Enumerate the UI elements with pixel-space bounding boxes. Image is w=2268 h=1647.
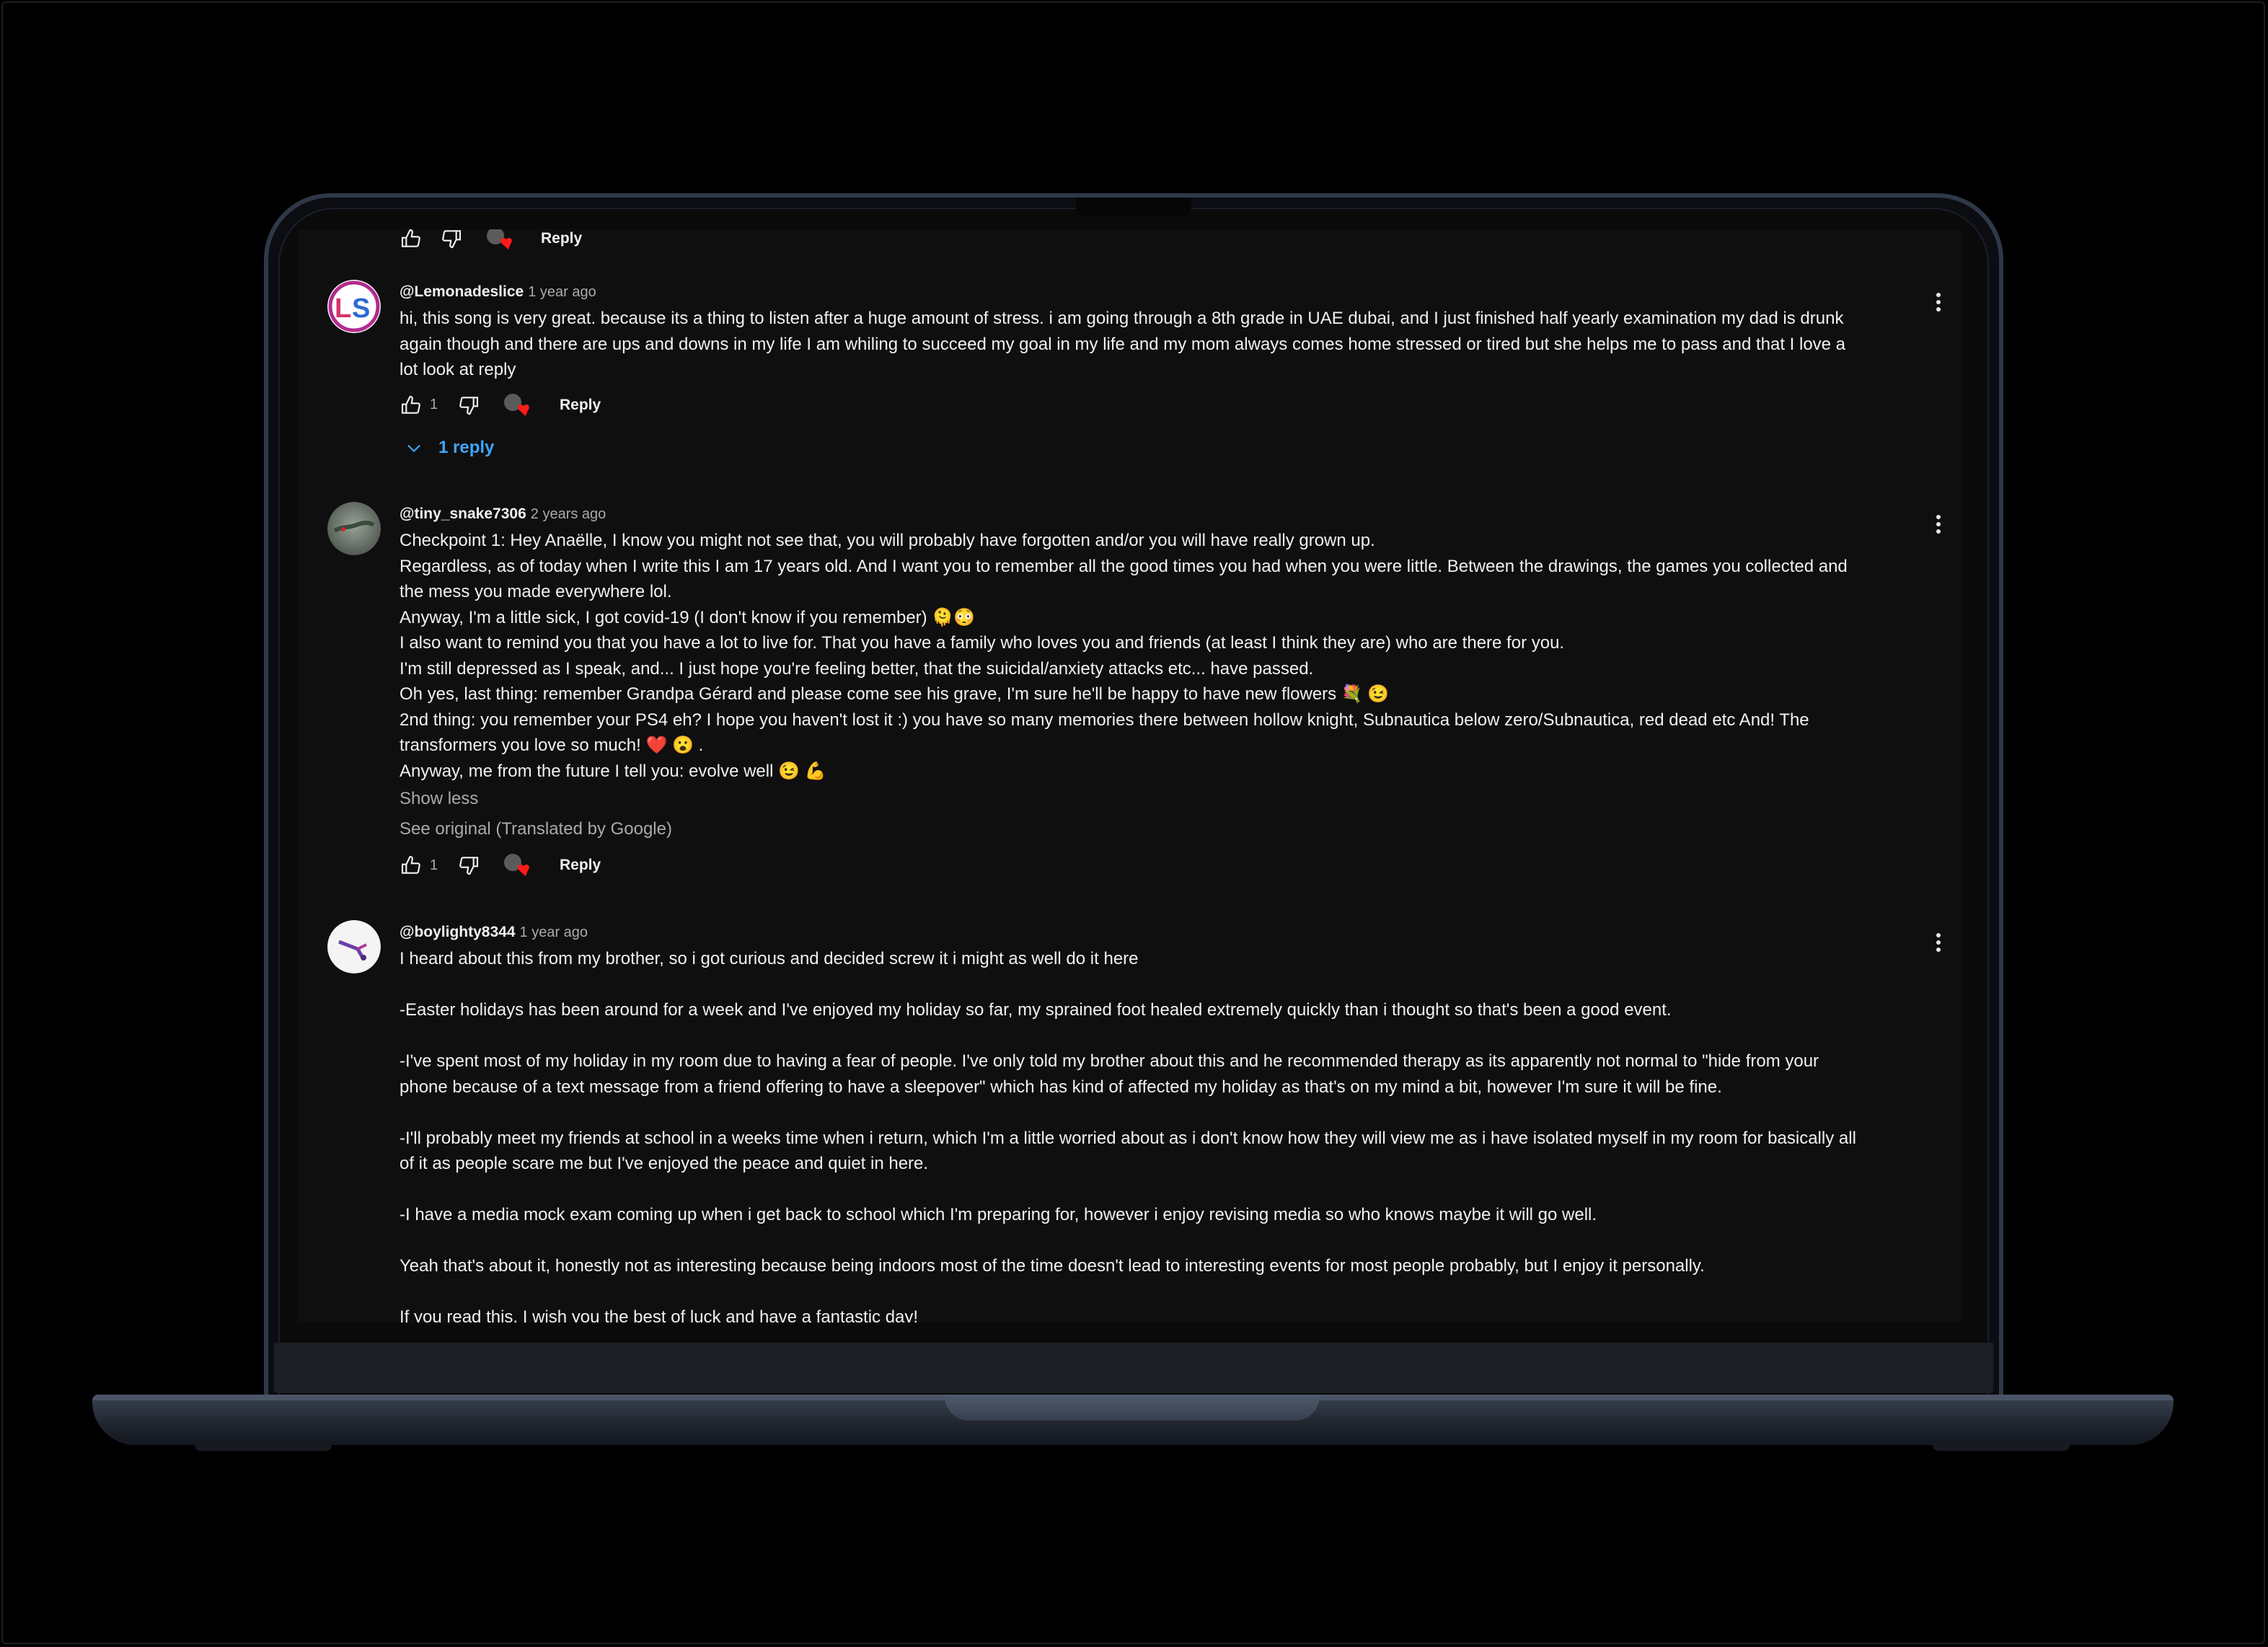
comment-author[interactable]: @Lemonadeslice <box>400 283 524 300</box>
comment-time[interactable]: 1 year ago <box>528 284 596 300</box>
thumbs-down-icon <box>442 230 462 249</box>
thumbs-down-icon <box>459 396 479 415</box>
more-vert-icon <box>1936 933 1941 937</box>
laptop-screen-chin <box>274 1343 1993 1393</box>
avatar[interactable]: LS <box>327 280 381 333</box>
dislike-button[interactable] <box>440 229 463 251</box>
thumbs-down-icon <box>459 857 479 875</box>
show-less-button[interactable]: Show less <box>400 784 1911 814</box>
creator-heart-icon <box>504 854 529 876</box>
thumbs-up-icon <box>401 855 420 874</box>
laptop-foot <box>1933 1442 2070 1451</box>
reply-button[interactable]: Reply <box>541 229 582 251</box>
comment-text: I heard about this from my brother, so i… <box>400 949 1856 1323</box>
dislike-button[interactable] <box>457 393 480 418</box>
comment-author[interactable]: @tiny_snake7306 <box>400 505 526 522</box>
creator-heart-icon <box>504 393 529 416</box>
reply-button[interactable]: Reply <box>560 393 601 418</box>
creator-heart-badge <box>502 853 534 878</box>
comment-text: hi, this song is very great. because its… <box>400 309 1846 379</box>
view-replies-label: 1 reply <box>438 437 495 457</box>
comment-menu-button[interactable] <box>1931 290 1946 319</box>
see-original-button[interactable]: See original (Translated by Google) <box>400 814 1911 844</box>
creator-heart-badge <box>485 229 516 251</box>
chevron-down-icon <box>407 444 420 452</box>
like-button[interactable] <box>400 229 423 251</box>
creator-heart-badge <box>502 393 534 418</box>
thumbs-up-icon <box>401 229 420 247</box>
reply-button[interactable]: Reply <box>560 853 601 878</box>
comment-menu-button[interactable] <box>1931 512 1946 541</box>
creator-heart-icon <box>487 229 512 250</box>
avatar[interactable] <box>327 502 381 555</box>
like-count: 1 <box>430 397 438 412</box>
like-count: 1 <box>430 857 438 873</box>
laptop-foot <box>195 1442 332 1451</box>
comment-actions: 1 Reply <box>400 387 1911 422</box>
svg-text:L: L <box>335 293 351 324</box>
comment-time[interactable]: 2 years ago <box>531 506 606 522</box>
camera-notch <box>1076 198 1191 216</box>
avatar[interactable] <box>327 920 381 973</box>
dislike-button[interactable] <box>457 853 480 878</box>
laptop-thumb-notch <box>945 1395 1320 1421</box>
comment-actions: 1 Reply <box>400 847 1911 882</box>
view-replies-button[interactable]: 1 reply <box>400 435 1911 464</box>
comment-text: Checkpoint 1: Hey Anaëlle, I know you mi… <box>400 531 1848 781</box>
screen: Reply LS @Lemonadeslice 1 year ago hi, th… <box>299 229 1962 1323</box>
more-vert-icon <box>1936 293 1941 297</box>
more-vert-icon <box>1936 515 1941 519</box>
comment-time[interactable]: 1 year ago <box>520 924 588 940</box>
svg-text:S: S <box>352 293 370 324</box>
like-button[interactable]: 1 <box>400 393 438 418</box>
comment-menu-button[interactable] <box>1931 930 1946 959</box>
like-button[interactable]: 1 <box>400 853 438 878</box>
thumbs-up-icon <box>401 395 420 414</box>
comment-actions: Reply <box>400 229 1911 255</box>
comment-author[interactable]: @boylighty8344 <box>400 924 516 940</box>
